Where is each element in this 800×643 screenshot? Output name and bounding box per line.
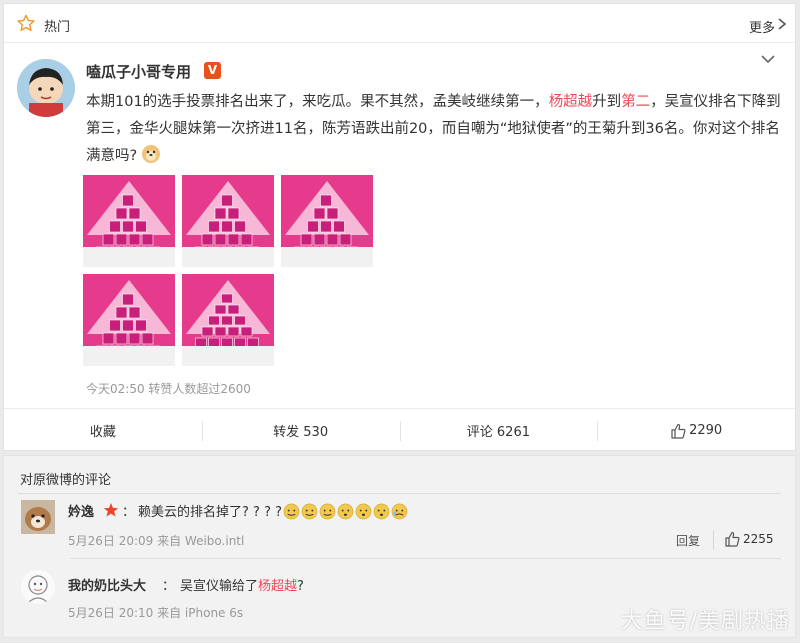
post-image-3[interactable] <box>281 175 373 267</box>
emoji-icon <box>391 503 408 520</box>
ranking-pyramid-graphic <box>83 175 175 267</box>
comment-text-content: ? <box>297 579 304 594</box>
hot-label: 热门 <box>44 20 71 35</box>
ranking-pyramid-graphic <box>182 274 274 366</box>
text-segment: 本期101的选手投票排名出来了，来吃瓜。果不其然，孟美岐继续第一， <box>86 94 549 110</box>
text-segment: 升到 <box>592 94 622 110</box>
weibo-post-card: 热门 更多 嗑瓜子小哥专用 V 本期101的选手投票排名出来了，来吃瓜。果不其然… <box>3 3 796 451</box>
comment-separator: ： <box>122 505 136 520</box>
post-image-1[interactable] <box>83 175 175 267</box>
emoji-icon <box>337 503 354 520</box>
comment-avatar[interactable] <box>21 570 55 604</box>
comments-title: 对原微博的评论 <box>20 473 112 488</box>
post-text: 本期101的选手投票排名出来了，来吃瓜。果不其然，孟美岐继续第一，杨超越升到第二… <box>86 89 786 170</box>
comment-separator: ： <box>162 579 176 594</box>
ranking-pyramid-graphic <box>182 175 274 267</box>
member-star-icon <box>103 503 119 517</box>
favorite-label: 收藏 <box>89 425 116 440</box>
more-link[interactable]: 更多 <box>749 17 775 36</box>
comment-text-content: 吴宣仪输给了 <box>180 579 259 594</box>
post-meta: 今天02:50 转赞人数超过2600 <box>86 382 251 396</box>
comment-like-count: 2255 <box>743 532 774 546</box>
post-image-5[interactable] <box>182 274 274 366</box>
ranking-pyramid-graphic <box>281 175 373 267</box>
post-image-4[interactable] <box>83 274 175 366</box>
doge-emoji-icon <box>142 145 161 163</box>
comment-time: 5月26日 20:09 来自 Weibo.intl <box>68 534 245 548</box>
reply-button[interactable]: 回复 <box>676 532 700 549</box>
comment-label: 评论 6261 <box>466 425 530 440</box>
comment-text-content: 赖美云的排名掉了? ? ? ? <box>138 505 282 520</box>
divider <box>18 493 781 494</box>
post-image-2[interactable] <box>182 175 274 267</box>
action-bar: 收藏 转发 530 评论 6261 2290 <box>4 408 795 452</box>
commenter-name[interactable]: 我的奶比头大 <box>68 575 146 594</box>
forward-label: 转发 530 <box>273 425 329 440</box>
favorite-button[interactable]: 收藏 <box>4 409 202 452</box>
highlight-text[interactable]: 第二 <box>621 94 650 110</box>
commenter-name[interactable]: 妗逸 <box>68 501 94 520</box>
emoji-icon <box>283 503 300 520</box>
star-icon <box>17 14 35 32</box>
divider <box>713 530 714 550</box>
chevron-down-icon[interactable] <box>761 54 775 64</box>
thumbs-up-icon <box>725 531 740 547</box>
comment-like-button[interactable]: 2255 <box>724 531 774 547</box>
emoji-icon <box>319 503 336 520</box>
verified-badge: V <box>204 62 221 79</box>
ranking-pyramid-graphic <box>83 274 175 366</box>
emoji-icon <box>373 503 390 520</box>
post-header-bar: 热门 更多 <box>4 4 795 43</box>
emoji-icon <box>301 503 318 520</box>
emoji-icon <box>355 503 372 520</box>
comment-text: 吴宣仪输给了杨超越? <box>180 575 304 594</box>
comment-time: 5月26日 20:10 来自 iPhone 6s <box>68 606 244 620</box>
avatar[interactable] <box>17 59 75 117</box>
like-count: 2290 <box>689 423 723 438</box>
forward-button[interactable]: 转发 530 <box>201 409 400 452</box>
username[interactable]: 嗑瓜子小哥专用 <box>86 61 191 82</box>
comment-avatar[interactable] <box>21 500 55 534</box>
comment-button[interactable]: 评论 6261 <box>399 409 598 452</box>
divider <box>70 558 781 559</box>
comment-text: 赖美云的排名掉了? ? ? ? <box>138 501 408 520</box>
thumbs-up-icon <box>671 423 686 439</box>
emoji-row <box>282 503 408 520</box>
chevron-right-icon[interactable] <box>777 18 787 30</box>
mention-link[interactable]: 杨超越 <box>258 579 297 594</box>
watermark: 大鱼号/美剧热播 <box>620 609 790 634</box>
hashtag-link[interactable]: 杨超越 <box>549 94 593 110</box>
like-button[interactable]: 2290 <box>597 409 795 452</box>
